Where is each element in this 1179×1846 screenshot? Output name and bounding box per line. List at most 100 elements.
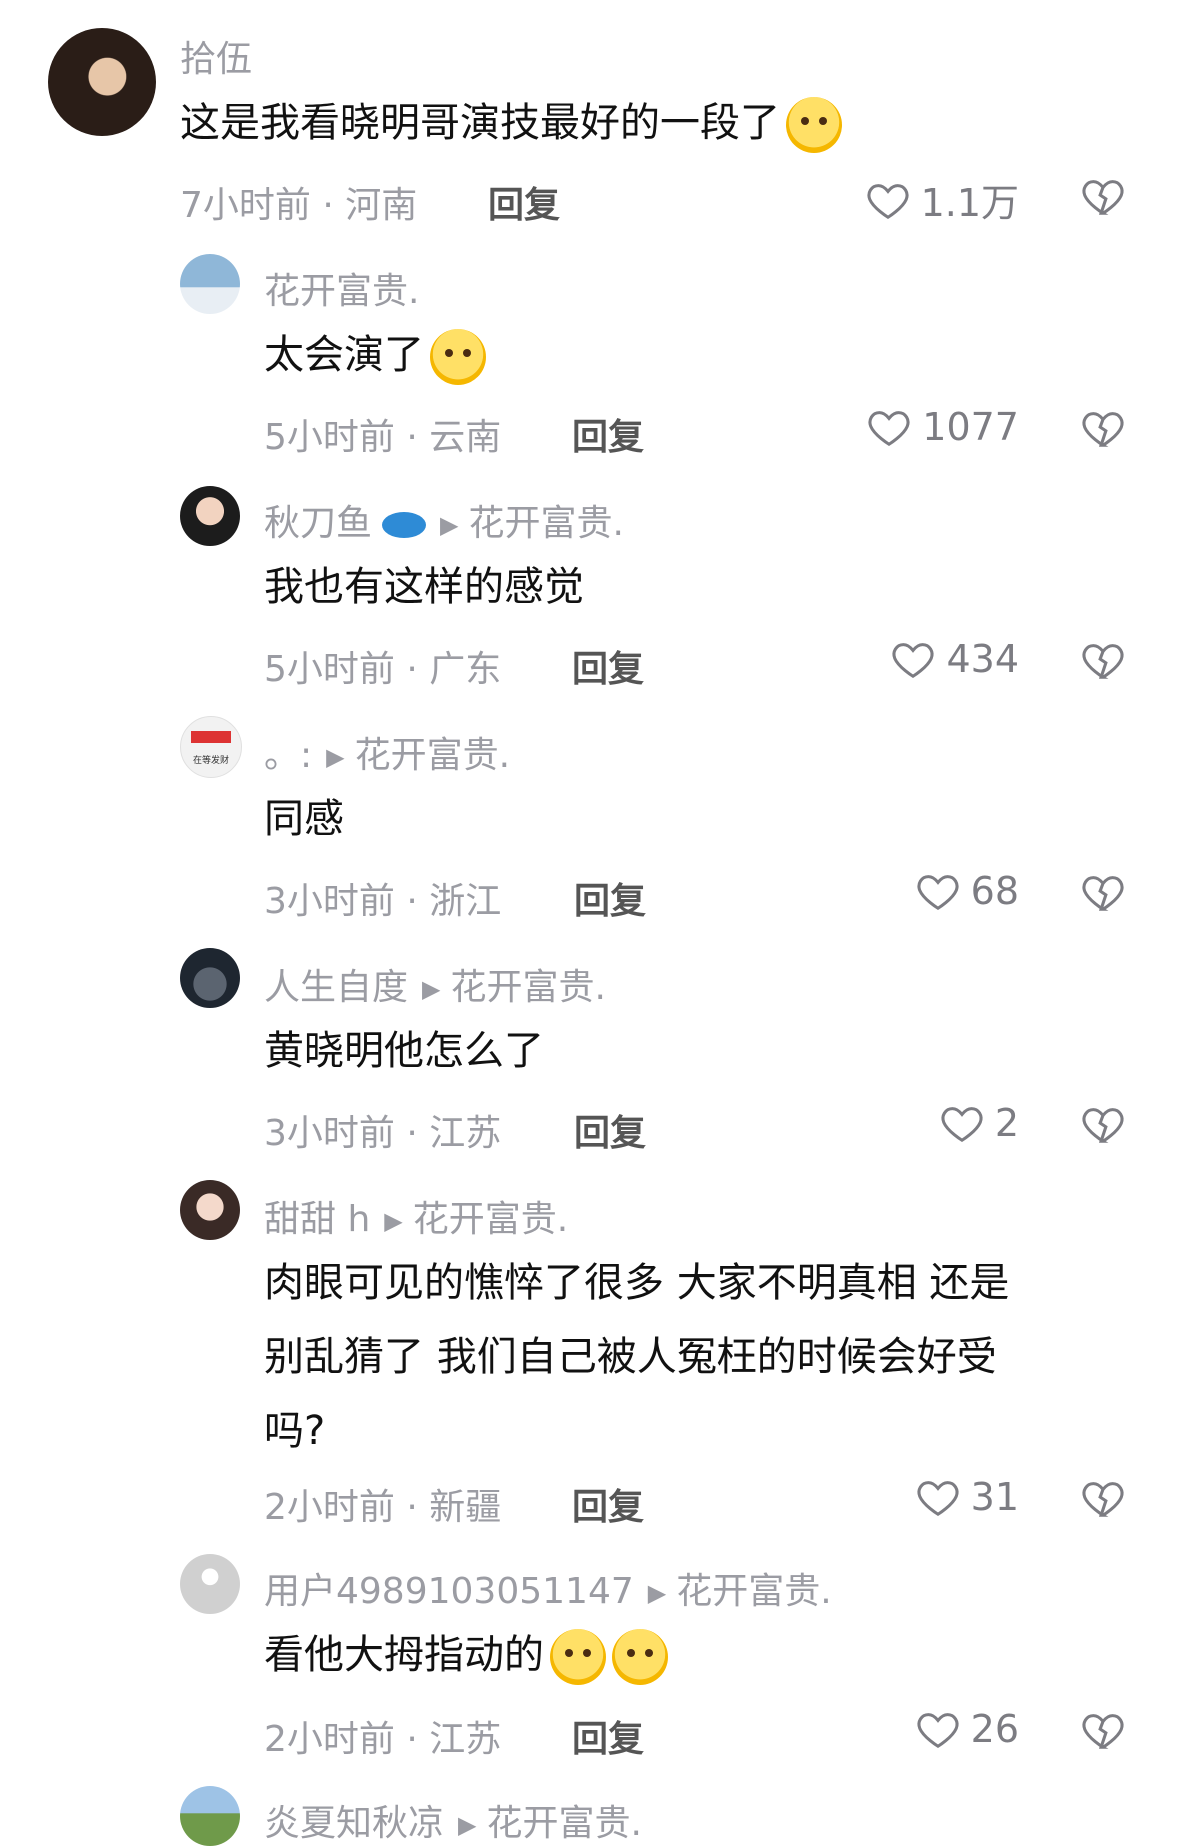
broken-heart-icon	[1082, 1108, 1124, 1143]
reply-button[interactable]: 回复	[488, 176, 560, 228]
dislike-button[interactable]	[1080, 173, 1126, 219]
triangle-right-icon: ▶	[458, 1811, 477, 1839]
broken-heart-icon	[1082, 412, 1124, 447]
rolling-laughing-emoji-icon	[612, 1629, 668, 1685]
comment-meta: 3小时前 · 江苏	[264, 1113, 502, 1154]
fish-emoji-icon	[382, 512, 427, 538]
reply-button[interactable]: 回复	[572, 408, 644, 460]
avatar[interactable]	[180, 1786, 240, 1846]
broken-heart-icon	[1082, 876, 1124, 911]
comment-meta: 5小时前 · 广东	[264, 649, 502, 690]
heart-outline-icon	[917, 875, 959, 911]
comment-author[interactable]: 花开富贵.	[264, 262, 419, 314]
comment-meta: 2小时前 · 新疆	[264, 1487, 502, 1528]
like-count: 68	[970, 869, 1019, 913]
like-button[interactable]: 26	[915, 1706, 1019, 1752]
comment-meta: 2小时前 · 江苏	[264, 1719, 502, 1760]
avatar[interactable]	[180, 486, 240, 546]
comment-text-content: 这是我看晓明哥演技最好的一段了	[180, 100, 780, 146]
pleading-face-emoji-icon	[786, 97, 842, 153]
comment-author[interactable]: 秋刀鱼 ▶ 花开富贵.	[264, 494, 624, 546]
reply-to-name[interactable]: 花开富贵.	[486, 1803, 641, 1844]
avatar[interactable]	[48, 28, 156, 136]
comment-text-line: 别乱猜了 我们自己被人冤枉的时候会好受	[264, 1334, 997, 1380]
avatar-logo	[191, 731, 231, 743]
avatar[interactable]: 在等发财	[180, 716, 242, 778]
avatar-label: 在等发财	[192, 756, 229, 766]
broken-heart-icon	[1082, 1714, 1124, 1749]
reply-button[interactable]: 回复	[572, 640, 644, 692]
rolling-laughing-emoji-icon	[550, 1629, 606, 1685]
like-count: 31	[970, 1475, 1019, 1519]
like-button[interactable]: 68	[915, 868, 1019, 914]
reply-to-name[interactable]: 花开富贵.	[413, 1199, 568, 1240]
dislike-button[interactable]	[1080, 1707, 1126, 1753]
avatar[interactable]	[180, 1180, 240, 1240]
heart-outline-icon	[917, 1481, 959, 1517]
comment-text: 肉眼可见的憔悴了很多 大家不明真相 还是 别乱猜了 我们自己被人冤枉的时候会好受…	[264, 1246, 1009, 1468]
comment-author[interactable]: 。: ▶ 花开富贵.	[264, 726, 510, 778]
comment-text: 同感	[264, 796, 344, 842]
comment-meta: 7小时前 · 河南	[180, 185, 418, 226]
comment-author[interactable]: 炎夏知秋凉 ▶ 花开富贵.	[264, 1794, 642, 1846]
reply-button[interactable]: 回复	[574, 1104, 646, 1156]
like-count: 2	[994, 1101, 1019, 1145]
comment-text-content: 太会演了	[264, 332, 424, 378]
broken-heart-icon	[1082, 1482, 1124, 1517]
comment-author[interactable]: 人生自度 ▶ 花开富贵.	[264, 958, 606, 1010]
reply-button[interactable]: 回复	[574, 872, 646, 924]
dislike-button[interactable]	[1080, 405, 1126, 451]
reply-to-name[interactable]: 花开富贵.	[468, 503, 623, 544]
heart-outline-icon	[892, 643, 934, 679]
winking-tongue-emoji-icon	[430, 329, 486, 385]
triangle-right-icon: ▶	[384, 1207, 403, 1235]
broken-heart-icon	[1082, 644, 1124, 679]
reply-button[interactable]: 回复	[572, 1710, 644, 1762]
like-button[interactable]: 1.1万	[865, 172, 1019, 227]
reply-to-name[interactable]: 花开富贵.	[450, 967, 605, 1008]
comment-text-line: 肉眼可见的憔悴了很多 大家不明真相 还是	[264, 1260, 1010, 1306]
comment-meta: 3小时前 · 浙江	[264, 881, 502, 922]
avatar[interactable]	[180, 948, 240, 1008]
reply-button[interactable]: 回复	[572, 1478, 644, 1530]
heart-outline-icon	[867, 183, 909, 219]
triangle-right-icon: ▶	[326, 743, 345, 771]
dislike-button[interactable]	[1080, 869, 1126, 915]
like-count: 434	[946, 637, 1019, 681]
author-name: 甜甜 h	[264, 1199, 371, 1240]
broken-heart-icon	[1082, 180, 1124, 215]
comment-text-line: 吗?	[264, 1408, 326, 1454]
comment-author[interactable]: 拾伍	[180, 30, 252, 82]
comment-author[interactable]: 用户4989103051147 ▶ 花开富贵.	[264, 1562, 832, 1614]
like-count: 1.1万	[920, 181, 1019, 225]
triangle-right-icon: ▶	[422, 975, 441, 1003]
like-button[interactable]: 31	[915, 1474, 1019, 1520]
dislike-button[interactable]	[1080, 637, 1126, 683]
reply-to-name[interactable]: 花开富贵.	[355, 735, 510, 776]
triangle-right-icon: ▶	[647, 1579, 667, 1607]
like-button[interactable]: 2	[939, 1100, 1019, 1146]
avatar[interactable]	[180, 1554, 240, 1614]
comment-text: 我也有这样的感觉	[264, 564, 584, 610]
comment-meta: 5小时前 · 云南	[264, 417, 502, 458]
comment-author[interactable]: 甜甜 h ▶ 花开富贵.	[264, 1190, 568, 1242]
comment-text: 黄晓明他怎么了	[264, 1028, 544, 1074]
dislike-button[interactable]	[1080, 1475, 1126, 1521]
author-name: 炎夏知秋凉	[264, 1803, 445, 1844]
reply-to-name[interactable]: 花开富贵.	[676, 1571, 831, 1612]
author-name: 用户4989103051147	[264, 1571, 634, 1612]
like-button[interactable]: 1077	[866, 404, 1019, 450]
author-name: 秋刀鱼	[264, 503, 373, 544]
avatar[interactable]	[180, 254, 240, 314]
like-button[interactable]: 434	[890, 636, 1019, 682]
heart-outline-icon	[941, 1107, 983, 1143]
triangle-right-icon: ▶	[440, 511, 459, 539]
comment-text-content: 看他大拇指动的	[264, 1632, 544, 1678]
heart-outline-icon	[868, 411, 910, 447]
author-name: 人生自度	[264, 967, 409, 1008]
author-name: 。:	[264, 735, 313, 776]
comment-text: 看他大拇指动的	[264, 1618, 668, 1692]
dislike-button[interactable]	[1080, 1101, 1126, 1147]
like-count: 26	[970, 1707, 1019, 1751]
like-count: 1077	[922, 405, 1019, 449]
